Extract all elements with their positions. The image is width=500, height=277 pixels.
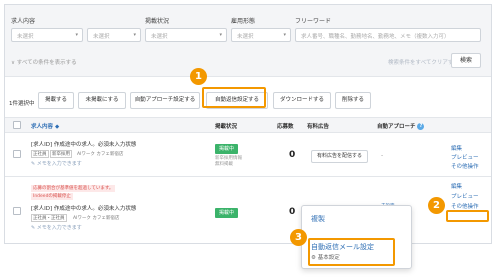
warning-badge: 応募の割合が基準値を超過しています。 bbox=[31, 185, 116, 192]
other-actions-link[interactable]: その他操作 bbox=[451, 162, 479, 170]
edit-link[interactable]: 編集 bbox=[451, 182, 462, 190]
table-header: 求人内容 ◆ 掲載状況 応募数 有料広告 自動アプローチ ? bbox=[5, 117, 491, 133]
chevron-down-icon: ▾ bbox=[219, 32, 222, 38]
approach-value: - bbox=[381, 152, 384, 159]
job-title[interactable]: [求人ID] 作成途中の求人。必須未入力状態 bbox=[31, 140, 136, 148]
menu-item-copy[interactable]: 複製 bbox=[311, 214, 325, 224]
publish-button[interactable]: 掲載する bbox=[38, 92, 74, 109]
job-content-label: 求人内容 bbox=[11, 18, 36, 25]
memo-link[interactable]: ✎ メモを入力できます bbox=[31, 224, 82, 231]
delete-button[interactable]: 削除する bbox=[335, 92, 371, 109]
employment-tag: 正社員・正社員 bbox=[31, 214, 67, 222]
download-button[interactable]: ダウンロードする bbox=[273, 92, 331, 109]
selected-count: 1件選択中 bbox=[9, 101, 35, 107]
settings-icon: ⚙ bbox=[311, 255, 316, 261]
job-location: AIワーク カフェ新宿店 bbox=[77, 152, 124, 157]
recruit-tag: 新卒採用 bbox=[50, 150, 72, 158]
paid-ad-button[interactable]: 有料広告を配信する bbox=[311, 150, 369, 163]
preview-link[interactable]: プレビュー bbox=[451, 153, 479, 161]
row-checkbox[interactable] bbox=[13, 150, 21, 158]
employment-type-select[interactable]: 未選択 ▾ bbox=[231, 28, 291, 42]
status-badge: 掲載中 bbox=[215, 208, 239, 218]
table-row: 応募の割合が基準値を超過しています。 Indeedの掲載停止 [求人ID] 作成… bbox=[5, 177, 491, 243]
callout-badge-2: 2 bbox=[428, 197, 445, 214]
header-auto-approach: 自動アプローチ ? bbox=[377, 122, 425, 130]
chevron-down-icon: ▾ bbox=[283, 32, 286, 38]
job-location: AIワーク カフェ新宿店 bbox=[73, 216, 120, 221]
header-applications: 応募数 bbox=[277, 124, 294, 130]
unpublish-button[interactable]: 未掲載にする bbox=[78, 92, 126, 109]
chevron-down-icon: ▾ bbox=[75, 32, 78, 38]
header-posting-status: 掲載状況 bbox=[215, 124, 238, 130]
application-count: 0 bbox=[289, 207, 296, 217]
table-row: [求人ID] 作成途中の求人。必須未入力状態 正社員 新卒採用 AIワーク カフ… bbox=[5, 133, 491, 177]
callout-badge-1: 1 bbox=[190, 68, 207, 85]
menu-item-auto-reply-mail[interactable]: 自動返信メール設定 bbox=[311, 242, 374, 252]
clear-all-conditions-link[interactable]: 検索条件をすべてクリアする bbox=[388, 58, 459, 66]
application-count: 0 bbox=[289, 150, 296, 160]
job-title[interactable]: [求人ID] 作成途中の求人。必須未入力状態 bbox=[31, 204, 136, 212]
status-badge: 掲載中 bbox=[215, 144, 239, 154]
other-actions-menu: 複製 自動返信メール設定 ⚙ 基本設定 bbox=[301, 205, 412, 269]
freeword-input[interactable]: 求人番号、職種名、勤務地名、勤務地、メモ（複数入力可） bbox=[295, 28, 481, 42]
memo-link[interactable]: ✎ メモを入力できます bbox=[31, 160, 82, 167]
employment-type-label: 雇用形態 bbox=[231, 18, 256, 25]
job-content-sub-select[interactable]: 未選択 ▾ bbox=[87, 28, 141, 42]
preview-link[interactable]: プレビュー bbox=[451, 192, 479, 200]
header-paid-ads: 有料広告 bbox=[307, 124, 330, 130]
select-all-checkbox[interactable] bbox=[13, 121, 21, 129]
callout-badge-3: 3 bbox=[290, 229, 307, 246]
edit-link[interactable]: 編集 bbox=[451, 144, 462, 152]
other-actions-link[interactable]: その他操作 bbox=[451, 202, 479, 210]
job-content-select[interactable]: 未選択 ▾ bbox=[11, 28, 83, 42]
posting-status-select[interactable]: 未選択 ▾ bbox=[145, 28, 227, 42]
menu-item-basic-settings[interactable]: ⚙ 基本設定 bbox=[311, 253, 340, 261]
auto-approach-button[interactable]: 自動アプローチ設定する bbox=[130, 92, 200, 109]
employment-tag: 正社員 bbox=[31, 150, 49, 158]
warning-badge: Indeedの掲載停止 bbox=[31, 193, 73, 200]
filter-area: 求人内容 未選択 ▾ 未選択 ▾ 掲載状況 未選択 ▾ 雇用形態 未選択 ▾ フ… bbox=[5, 5, 491, 77]
header-job-content[interactable]: 求人内容 ◆ bbox=[31, 122, 59, 130]
highlight-other-actions bbox=[446, 210, 489, 222]
freeword-label: フリーワード bbox=[295, 18, 332, 25]
highlight-auto-reply-button bbox=[202, 87, 266, 108]
status-detail: 無料掲載 bbox=[215, 162, 233, 167]
row-checkbox[interactable] bbox=[13, 207, 21, 215]
search-button[interactable]: 検索 bbox=[451, 53, 481, 68]
posting-status-label: 掲載状況 bbox=[145, 18, 170, 25]
show-all-conditions-link[interactable]: ∨ すべての条件を表示する bbox=[11, 58, 77, 66]
help-icon[interactable]: ? bbox=[417, 123, 425, 130]
job-list-panel: 求人内容 未選択 ▾ 未選択 ▾ 掲載状況 未選択 ▾ 雇用形態 未選択 ▾ フ… bbox=[4, 4, 492, 244]
chevron-down-icon: ▾ bbox=[133, 32, 136, 38]
